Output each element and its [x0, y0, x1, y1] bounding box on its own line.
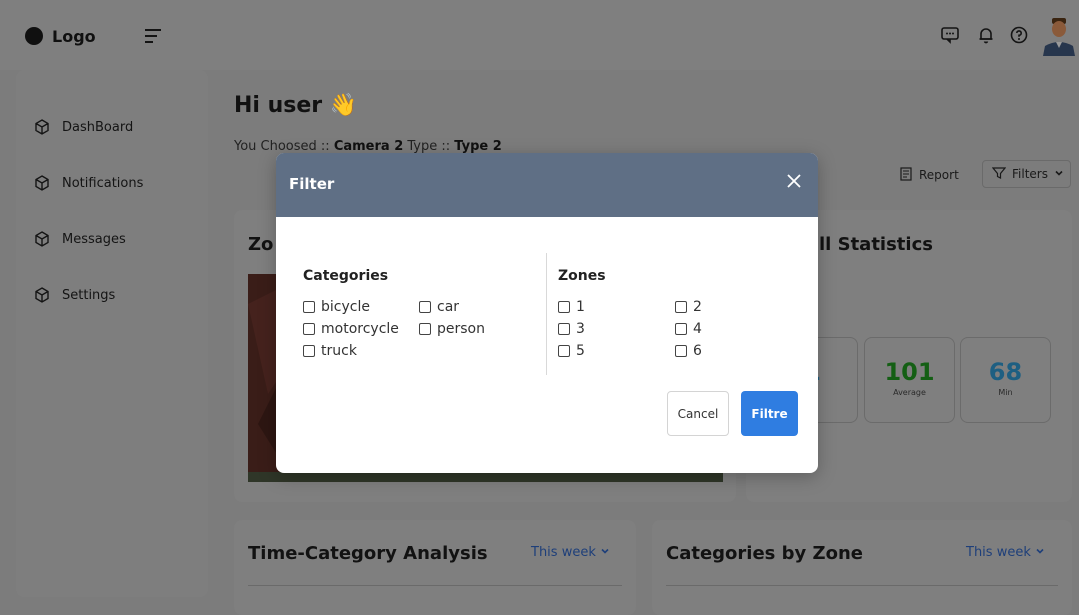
category-checkbox-person[interactable]: person	[419, 320, 485, 338]
zones-title: Zones	[558, 268, 606, 284]
divider	[248, 585, 622, 586]
checkbox[interactable]	[419, 301, 431, 313]
cube-icon	[34, 231, 50, 247]
menu-icon[interactable]	[145, 29, 161, 43]
category-checkbox-bicycle[interactable]: bicycle	[303, 298, 370, 316]
sidebar-item-notifications[interactable]: Notifications	[34, 171, 143, 195]
zone-checkbox-3[interactable]: 3	[558, 320, 585, 338]
categories-by-zone-title: Categories by Zone	[666, 543, 863, 564]
statistics-card-title: ll Statistics	[819, 234, 933, 255]
close-icon[interactable]	[782, 171, 806, 195]
zones-card-title: Zo	[248, 234, 274, 255]
category-checkbox-car[interactable]: car	[419, 298, 459, 316]
categories-by-zone-period-select[interactable]: This week	[966, 545, 1045, 560]
chevron-down-icon	[1035, 545, 1045, 560]
category-checkbox-truck[interactable]: truck	[303, 342, 357, 360]
avatar[interactable]	[1041, 16, 1077, 56]
zone-checkbox-2[interactable]: 2	[675, 298, 702, 316]
report-icon	[899, 166, 913, 184]
zone-checkbox-6[interactable]: 6	[675, 342, 702, 360]
sidebar-item-label: Messages	[62, 231, 126, 247]
cancel-button[interactable]: Cancel	[667, 391, 729, 436]
time-category-title: Time-Category Analysis	[248, 543, 488, 564]
bell-icon[interactable]	[975, 25, 997, 47]
divider	[666, 585, 1058, 586]
category-checkbox-motorcycle[interactable]: motorcycle	[303, 320, 399, 338]
sidebar-item-settings[interactable]: Settings	[34, 283, 115, 307]
sidebar-item-label: DashBoard	[62, 119, 134, 135]
checkbox[interactable]	[303, 323, 315, 335]
categories-by-zone-card	[652, 520, 1072, 615]
checkbox[interactable]	[558, 345, 570, 357]
logo-icon	[25, 27, 43, 45]
filters-button[interactable]: Filters	[982, 160, 1071, 188]
checkbox[interactable]	[675, 345, 687, 357]
cube-icon	[34, 287, 50, 303]
checkbox[interactable]	[303, 301, 315, 313]
apply-filter-button[interactable]: Filtre	[741, 391, 798, 436]
wave-emoji: 👋	[329, 93, 358, 118]
chat-icon[interactable]	[939, 25, 961, 47]
checkbox[interactable]	[675, 301, 687, 313]
sidebar-item-label: Settings	[62, 287, 116, 303]
logo-text: Logo	[52, 27, 96, 46]
sidebar-item-dashboard[interactable]: DashBoard	[34, 115, 133, 139]
checkbox[interactable]	[675, 323, 687, 335]
chevron-down-icon	[600, 545, 610, 560]
report-button[interactable]: Report	[899, 162, 959, 188]
stat-box-min: 68 Min	[960, 337, 1051, 423]
sidebar-item-messages[interactable]: Messages	[34, 227, 126, 251]
selection-summary: You Choosed :: Camera 2 Type :: Type 2	[234, 139, 502, 154]
stat-box-average: 101 Average	[864, 337, 955, 423]
modal-title: Filter	[289, 175, 335, 193]
filter-modal: Filter Categories bicycle car motorcycle…	[276, 153, 818, 473]
page-title: Hi user 👋	[234, 93, 358, 118]
sidebar: DashBoard Notifications Messages Setting…	[16, 70, 208, 597]
help-icon[interactable]	[1008, 25, 1030, 47]
topbar: Logo	[0, 0, 1079, 70]
modal-header: Filter	[276, 153, 818, 217]
zone-checkbox-1[interactable]: 1	[558, 298, 585, 316]
checkbox[interactable]	[558, 301, 570, 313]
zone-checkbox-5[interactable]: 5	[558, 342, 585, 360]
checkbox[interactable]	[558, 323, 570, 335]
zone-checkbox-4[interactable]: 4	[675, 320, 702, 338]
chevron-down-icon	[1054, 167, 1064, 181]
checkbox[interactable]	[419, 323, 431, 335]
divider	[546, 253, 547, 375]
categories-title: Categories	[303, 268, 389, 284]
filter-icon	[991, 166, 1007, 183]
time-category-period-select[interactable]: This week	[531, 545, 610, 560]
sidebar-item-label: Notifications	[62, 175, 144, 191]
time-category-card	[234, 520, 636, 615]
checkbox[interactable]	[303, 345, 315, 357]
cube-icon	[34, 175, 50, 191]
cube-icon	[34, 119, 50, 135]
